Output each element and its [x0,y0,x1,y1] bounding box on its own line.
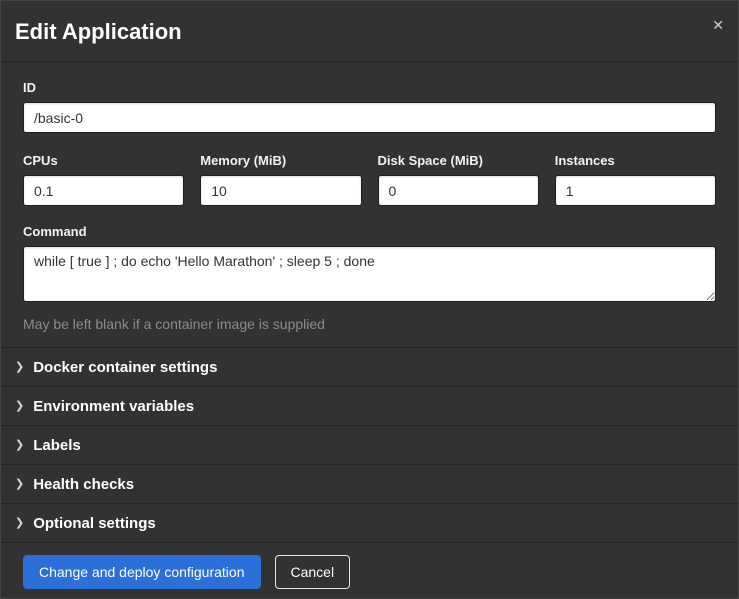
id-label: ID [23,80,716,96]
section-environment-variables[interactable]: ❯ Environment variables [1,387,738,426]
instances-input[interactable] [555,175,716,206]
chevron-right-icon: ❯ [15,362,24,373]
section-label: Docker container settings [33,359,217,376]
cpus-input[interactable] [23,175,184,206]
command-textarea[interactable]: while [ true ] ; do echo 'Hello Marathon… [23,246,716,302]
chevron-right-icon: ❯ [15,401,24,412]
close-icon[interactable]: ✕ [712,15,724,35]
modal-header: Edit Application ✕ [1,1,738,62]
cancel-button[interactable]: Cancel [275,555,351,589]
chevron-right-icon: ❯ [15,440,24,451]
modal-footer: Change and deploy configuration Cancel [1,543,738,589]
section-label: Labels [33,437,81,454]
section-label: Optional settings [33,515,156,532]
memory-field-group: Memory (MiB) [200,153,361,206]
section-docker-container-settings[interactable]: ❯ Docker container settings [1,348,738,387]
disk-label: Disk Space (MiB) [378,153,539,169]
edit-application-modal: Edit Application ✕ ID CPUs Memory (MiB) … [0,0,739,599]
cpus-label: CPUs [23,153,184,169]
section-labels[interactable]: ❯ Labels [1,426,738,465]
memory-input[interactable] [200,175,361,206]
disk-field-group: Disk Space (MiB) [378,153,539,206]
change-and-deploy-button[interactable]: Change and deploy configuration [23,555,261,589]
disk-input[interactable] [378,175,539,206]
memory-label: Memory (MiB) [200,153,361,169]
accordion-sections: ❯ Docker container settings ❯ Environmen… [1,347,738,543]
section-health-checks[interactable]: ❯ Health checks [1,465,738,504]
modal-title: Edit Application [15,18,716,46]
cpus-field-group: CPUs [23,153,184,206]
resources-row: CPUs Memory (MiB) Disk Space (MiB) Insta… [23,153,716,206]
chevron-right-icon: ❯ [15,479,24,490]
section-label: Environment variables [33,398,194,415]
id-field-group: ID [23,80,716,133]
command-label: Command [23,224,716,240]
section-label: Health checks [33,476,134,493]
chevron-right-icon: ❯ [15,518,24,529]
edit-application-form: ID CPUs Memory (MiB) Disk Space (MiB) In… [1,62,738,347]
id-input[interactable] [23,102,716,133]
command-help-text: May be left blank if a container image i… [23,315,716,333]
section-optional-settings[interactable]: ❯ Optional settings [1,504,738,543]
instances-label: Instances [555,153,716,169]
instances-field-group: Instances [555,153,716,206]
command-field-group: Command while [ true ] ; do echo 'Hello … [23,224,716,333]
